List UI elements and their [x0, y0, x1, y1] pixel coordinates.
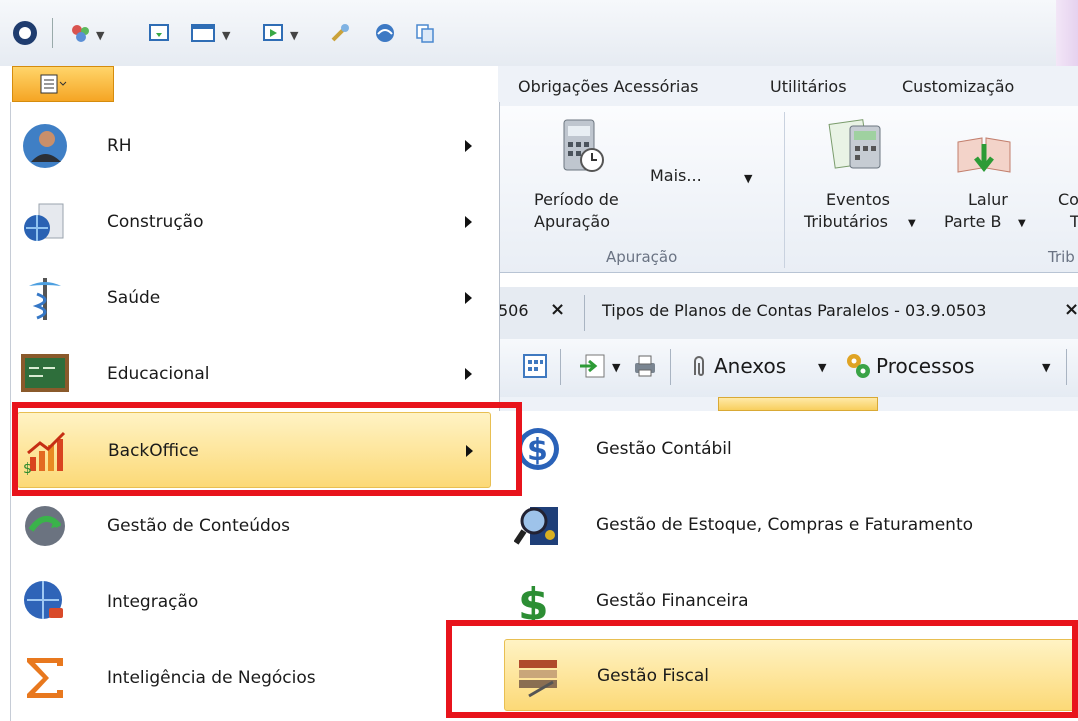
chevron-down-icon[interactable]: ▼ [290, 29, 298, 42]
submenu-arrow-icon [465, 216, 472, 228]
globe-building-icon [24, 203, 64, 241]
menu-item-label: Construção [107, 212, 204, 232]
tab-obrigacoes[interactable]: Obrigações Acessórias [518, 77, 699, 96]
svg-text:$: $ [527, 433, 548, 468]
menu-item-label: Integração [107, 592, 199, 612]
menu-item-gestao-conteudos[interactable]: Gestão de Conteúdos [11, 488, 499, 564]
ribbon-tabs: Obrigações Acessórias Utilitários Custom… [498, 66, 1078, 107]
menu-item-label: Saúde [107, 288, 161, 308]
globe-refresh-icon [25, 506, 65, 546]
menu-item-saude[interactable]: Saúde [11, 260, 499, 336]
submenu-item-gestao-contabil[interactable]: $ Gestão Contábil [498, 411, 1078, 487]
submenu-arrow-icon [465, 292, 472, 304]
chalkboard-icon [21, 354, 69, 392]
group-apuracao-label: Apuração [606, 248, 678, 266]
chevron-down-icon[interactable]: ▼ [1018, 218, 1026, 229]
annotation-box-gestao-fiscal [446, 620, 1078, 718]
processos-button[interactable]: Processos [876, 354, 975, 378]
group-trib-label: Trib [1048, 248, 1075, 266]
paperclip-icon[interactable] [688, 353, 710, 381]
printer-icon[interactable] [632, 353, 658, 379]
chevron-down-icon[interactable]: ▼ [612, 361, 620, 374]
tab-utilitarios[interactable]: Utilitários [770, 77, 847, 96]
menu-item-label: Gestão de Conteúdos [107, 516, 291, 536]
truncated-label-2[interactable]: T [1070, 212, 1078, 232]
doc-tab-1-label[interactable]: 506 [498, 301, 529, 320]
caduceus-icon [29, 278, 61, 320]
copy-icon[interactable] [414, 22, 436, 44]
periodo-label-2[interactable]: Apuração [534, 212, 610, 232]
doc-tab-2-label[interactable]: Tipos de Planos de Contas Paralelos - 03… [602, 301, 986, 320]
sigma-icon [27, 658, 63, 698]
document-toolbar: ▼ Anexos ▼ Processos ▼ [498, 339, 1078, 398]
menu-list-icon [40, 74, 67, 94]
periodo-label-1[interactable]: Período de [534, 190, 619, 210]
chevron-down-icon[interactable]: ▼ [222, 29, 230, 42]
chevron-down-icon[interactable]: ▼ [908, 218, 916, 229]
lalur-label-2[interactable]: Parte B [944, 212, 1002, 232]
chevron-down-icon[interactable]: ▼ [818, 361, 826, 374]
window-icon[interactable] [190, 22, 216, 44]
menu-item-integracao[interactable]: Integração [11, 564, 499, 640]
tab-customizacao[interactable]: Customização [902, 77, 1014, 96]
submenu-arrow-icon [465, 140, 472, 152]
submenu-item-label: Gestão de Estoque, Compras e Faturamento [596, 515, 974, 535]
window-download-icon[interactable] [148, 22, 170, 44]
close-icon[interactable]: × [550, 299, 565, 320]
menu-item-educacional[interactable]: Educacional [11, 336, 499, 412]
molecule-icon[interactable] [70, 22, 92, 44]
lalur-label-1[interactable]: Lalur [968, 190, 1008, 210]
anexos-button[interactable]: Anexos [714, 354, 786, 378]
annotation-box-backoffice [12, 402, 522, 496]
truncated-label-1[interactable]: Co [1058, 190, 1078, 210]
svg-text:$: $ [518, 579, 549, 625]
app-orb-icon[interactable] [12, 20, 38, 46]
gears-icon[interactable] [844, 351, 872, 381]
submenu-item-gestao-estoque[interactable]: Gestão de Estoque, Compras e Faturamento [498, 487, 1078, 563]
calculator-clock-icon[interactable] [558, 112, 608, 178]
eventos-label-2[interactable]: Tributários [804, 212, 888, 232]
close-icon[interactable]: × [1064, 299, 1078, 320]
file-menu-button[interactable] [12, 66, 114, 102]
menu-item-construcao[interactable]: Construção [11, 184, 499, 260]
secondary-toolbar [498, 397, 1078, 411]
dollar-green-icon: $ [518, 579, 549, 625]
submenu-item-label: Gestão Financeira [596, 591, 749, 611]
submenu-item-label: Gestão Contábil [596, 439, 732, 459]
menu-item-inteligencia-negocios[interactable]: Inteligência de Negócios [11, 640, 499, 716]
chevron-down-icon[interactable]: ▼ [1042, 361, 1050, 374]
menu-item-label: Educacional [107, 364, 210, 384]
quick-access-toolbar: ▼ ▼ ▼ [0, 0, 1078, 66]
book-arrow-icon[interactable] [954, 132, 1014, 178]
tools-icon[interactable] [330, 22, 352, 44]
mais-button[interactable]: Mais... [650, 166, 702, 186]
globe-plug-icon [24, 581, 63, 619]
menu-item-label: Inteligência de Negócios [107, 668, 316, 688]
document-tabs: 506 × Tipos de Planos de Contas Paralelo… [498, 287, 1078, 340]
globe-refresh-icon[interactable] [374, 22, 396, 44]
window-play-icon[interactable] [262, 22, 284, 44]
calculator-document-icon[interactable] [828, 116, 888, 172]
ribbon-panel: Período de Apuração Mais... ▼ Apuração E… [498, 106, 1078, 273]
toolbar-highlight [718, 397, 878, 411]
grid-icon[interactable] [522, 353, 548, 379]
menu-item-rh[interactable]: RH [11, 108, 499, 184]
chevron-down-icon[interactable]: ▼ [96, 29, 104, 42]
person-icon [23, 124, 67, 168]
submenu-arrow-icon [465, 368, 472, 380]
export-document-icon[interactable] [578, 353, 608, 379]
eventos-label-1[interactable]: Eventos [826, 190, 890, 210]
magnifier-chart-icon [514, 507, 558, 545]
menu-item-label: RH [107, 136, 132, 156]
chevron-down-icon[interactable]: ▼ [744, 172, 752, 185]
